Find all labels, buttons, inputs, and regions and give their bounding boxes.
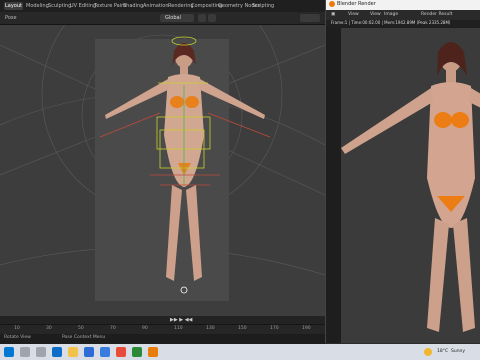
frame-tick: 170	[270, 326, 279, 331]
frame-tick: 50	[78, 326, 84, 331]
task-view-icon[interactable]	[36, 347, 46, 357]
view-options-icon[interactable]	[300, 14, 320, 22]
timeline-controls: ▶▶ ▶ ◀◀	[0, 316, 325, 324]
edge-browser-icon[interactable]	[52, 347, 62, 357]
render-result-image	[341, 28, 480, 343]
store-icon[interactable]	[100, 347, 110, 357]
playback-buttons[interactable]: ▶▶ ▶ ◀◀	[170, 317, 192, 323]
start-windows-icon[interactable]	[4, 347, 14, 357]
tab-scripting[interactable]: Scripting	[251, 2, 275, 10]
3d-viewport[interactable]	[0, 25, 325, 318]
snap-icon[interactable]	[198, 14, 206, 22]
character-model	[105, 43, 265, 281]
tab-shading[interactable]: Shading	[122, 2, 144, 10]
blender-logo-icon	[329, 1, 335, 7]
render-info-bar: Frame:1 | Time:00:02.00 | Mem:1942.89M (…	[326, 20, 480, 27]
orientation-dropdown[interactable]: Global	[160, 14, 194, 22]
render-window-title: Blender Render	[337, 1, 376, 7]
app-icon[interactable]	[132, 347, 142, 357]
frame-tick: 10	[14, 326, 20, 331]
frame-tick: 190	[302, 326, 311, 331]
tab-layout[interactable]: Layout	[4, 2, 23, 10]
orientation-label: Global	[165, 15, 181, 21]
status-mid: Pose Context Menu	[62, 335, 106, 340]
menu-view[interactable]: View	[348, 12, 359, 17]
render-window-titlebar: Blender Render	[326, 0, 480, 10]
character-rig	[99, 36, 271, 294]
render-window: Blender Render ▣ View View Image Render …	[325, 0, 480, 343]
render-window-menu: ▣ View View Image Render Result	[326, 10, 480, 20]
render-mode-icon[interactable]: ▣	[331, 12, 335, 17]
weather-temp: 18°C	[437, 349, 449, 354]
render-slot-selector[interactable]: Render Result	[421, 12, 452, 17]
frame-tick: 30	[46, 326, 52, 331]
status-bar: Rotate View Pose Context Menu	[0, 334, 325, 344]
tab-animation[interactable]: Animation	[142, 2, 170, 10]
blender-taskbar-icon[interactable]	[148, 347, 158, 357]
mode-selector[interactable]: Pose	[5, 14, 17, 22]
file-explorer-icon[interactable]	[68, 347, 78, 357]
viewport-header: Pose Global	[0, 12, 325, 25]
weather-desc: Sunny	[451, 349, 466, 354]
frame-tick: 110	[174, 326, 183, 331]
os-taskbar: 18°C Sunny	[0, 344, 480, 360]
status-left: Rotate View	[4, 335, 31, 340]
menu-image[interactable]: Image	[384, 12, 398, 17]
frame-tick: 90	[142, 326, 148, 331]
frame-tick: 70	[110, 326, 116, 331]
proportional-icon[interactable]	[208, 14, 216, 22]
rendered-character	[341, 42, 480, 332]
menu-view-2[interactable]: View	[370, 12, 381, 17]
frame-tick: 130	[206, 326, 215, 331]
search-icon[interactable]	[20, 347, 30, 357]
render-info-text: Frame:1 | Time:00:02.00 | Mem:1942.89M (…	[331, 20, 451, 25]
frame-tick: 150	[238, 326, 247, 331]
sun-icon	[424, 348, 432, 356]
mail-icon[interactable]	[84, 347, 94, 357]
chrome-icon[interactable]	[116, 347, 126, 357]
